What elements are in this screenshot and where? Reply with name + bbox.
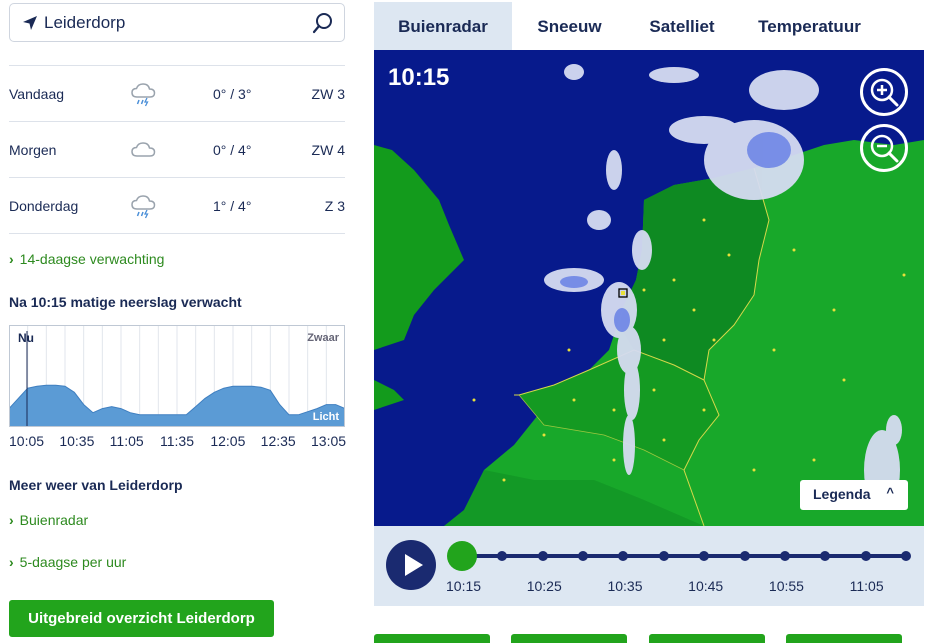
timeline-label: 10:15 bbox=[446, 578, 482, 594]
precipitation-chart: Nu Zwaar Licht bbox=[9, 325, 345, 427]
x-tick-label: 13:05 bbox=[311, 433, 347, 449]
timeline-step[interactable] bbox=[739, 551, 750, 561]
radar-map[interactable]: 10:15 Legenda ^ bbox=[374, 50, 924, 526]
forecast-wind: ZW 3 bbox=[311, 86, 345, 102]
play-button[interactable] bbox=[386, 540, 436, 590]
map-image bbox=[374, 50, 924, 526]
timeline-step[interactable] bbox=[820, 551, 831, 561]
x-tick-label: 10:35 bbox=[59, 433, 95, 449]
light-label: Licht bbox=[313, 411, 340, 423]
forecast-day: Donderdag bbox=[9, 198, 79, 214]
timeline-label: 10:45 bbox=[688, 578, 724, 594]
radar-timeline: 10:15 10:25 10:35 10:45 10:55 11:05 bbox=[374, 526, 924, 606]
timeline-step[interactable] bbox=[497, 551, 508, 561]
timeline-step[interactable] bbox=[658, 551, 669, 561]
bottom-button[interactable] bbox=[374, 634, 490, 643]
bottom-button[interactable] bbox=[649, 634, 765, 643]
rain-cloud-icon bbox=[131, 195, 156, 219]
forecast-wind: ZW 4 bbox=[311, 142, 345, 158]
chevron-right-icon: › bbox=[9, 554, 14, 570]
five-day-hourly-link[interactable]: › 5-daagse per uur bbox=[9, 554, 126, 570]
radar-tabs: Buienradar Sneeuw Satelliet Temperatuur bbox=[374, 0, 924, 50]
left-column: Vandaag 0° / 3° ZW 3 Morgen 0° / 4° ZW 4… bbox=[0, 0, 355, 643]
chevron-right-icon: › bbox=[9, 512, 14, 528]
legend-button[interactable]: Legenda ^ bbox=[800, 480, 908, 510]
timeline-step[interactable] bbox=[901, 551, 911, 561]
timeline-label: 10:35 bbox=[607, 578, 643, 594]
timeline-step[interactable] bbox=[537, 551, 548, 561]
bottom-button[interactable] bbox=[511, 634, 627, 643]
forecast-temp: 0° / 4° bbox=[213, 142, 252, 158]
radar-time: 10:15 bbox=[388, 64, 450, 91]
link-label: 14-daagse verwachting bbox=[19, 251, 165, 267]
forecast-day: Morgen bbox=[9, 142, 57, 158]
location-search[interactable] bbox=[9, 3, 345, 42]
precip-heading: Na 10:15 matige neerslag verwacht bbox=[9, 294, 242, 310]
fourteen-day-link[interactable]: › 14-daagse verwachting bbox=[9, 251, 164, 267]
timeline-track[interactable] bbox=[462, 554, 906, 558]
legend-label: Legenda bbox=[813, 486, 871, 502]
link-label: Buienradar bbox=[19, 512, 89, 528]
heavy-label: Zwaar bbox=[307, 332, 340, 344]
now-label: Nu bbox=[18, 331, 34, 345]
tab-temperatuur[interactable]: Temperatuur bbox=[747, 2, 872, 50]
timeline-knob[interactable] bbox=[447, 541, 477, 571]
zoom-in-button[interactable] bbox=[860, 68, 908, 116]
search-input[interactable] bbox=[44, 12, 294, 34]
timeline-step[interactable] bbox=[578, 551, 589, 561]
timeline-step[interactable] bbox=[779, 551, 790, 561]
location-arrow-icon bbox=[23, 16, 37, 30]
x-tick-label: 11:05 bbox=[109, 433, 144, 449]
divider bbox=[9, 233, 345, 234]
forecast-row-today[interactable]: Vandaag 0° / 3° ZW 3 bbox=[9, 65, 345, 121]
tab-satelliet[interactable]: Satelliet bbox=[632, 2, 732, 50]
timeline-label: 10:55 bbox=[768, 578, 804, 594]
tab-buienradar[interactable]: Buienradar bbox=[374, 2, 512, 50]
more-weather-heading: Meer weer van Leiderdorp bbox=[9, 477, 183, 493]
link-label: 5-daagse per uur bbox=[19, 554, 127, 570]
forecast-row-tomorrow[interactable]: Morgen 0° / 4° ZW 4 bbox=[9, 121, 345, 177]
x-tick-label: 10:05 bbox=[9, 433, 45, 449]
forecast-temp: 0° / 3° bbox=[213, 86, 252, 102]
timeline-label: 11:05 bbox=[849, 578, 884, 594]
zoom-in-icon bbox=[870, 78, 899, 107]
forecast-temp: 1° / 4° bbox=[213, 198, 252, 214]
rain-cloud-icon bbox=[131, 83, 156, 107]
timeline-step[interactable] bbox=[618, 551, 629, 561]
play-icon bbox=[405, 554, 423, 576]
forecast-day: Vandaag bbox=[9, 86, 65, 102]
x-tick-label: 12:35 bbox=[260, 433, 296, 449]
chevron-up-icon: ^ bbox=[886, 485, 894, 500]
chevron-right-icon: › bbox=[9, 251, 14, 267]
forecast-wind: Z 3 bbox=[324, 198, 345, 214]
timeline-step[interactable] bbox=[699, 551, 710, 561]
cloud-icon bbox=[131, 142, 156, 157]
zoom-out-icon bbox=[870, 134, 899, 163]
x-tick-label: 12:05 bbox=[210, 433, 246, 449]
x-tick-label: 11:35 bbox=[160, 433, 194, 449]
bottom-button[interactable] bbox=[786, 634, 902, 643]
tab-sneeuw[interactable]: Sneeuw bbox=[522, 2, 617, 50]
zoom-out-button[interactable] bbox=[860, 124, 908, 172]
timeline-step[interactable] bbox=[860, 551, 871, 561]
timeline-label: 10:25 bbox=[526, 578, 562, 594]
forecast-row-thursday[interactable]: Donderdag 1° / 4° Z 3 bbox=[9, 177, 345, 233]
overview-button[interactable]: Uitgebreid overzicht Leiderdorp bbox=[9, 600, 274, 637]
search-icon[interactable] bbox=[312, 12, 334, 34]
buienradar-link[interactable]: › Buienradar bbox=[9, 512, 88, 528]
